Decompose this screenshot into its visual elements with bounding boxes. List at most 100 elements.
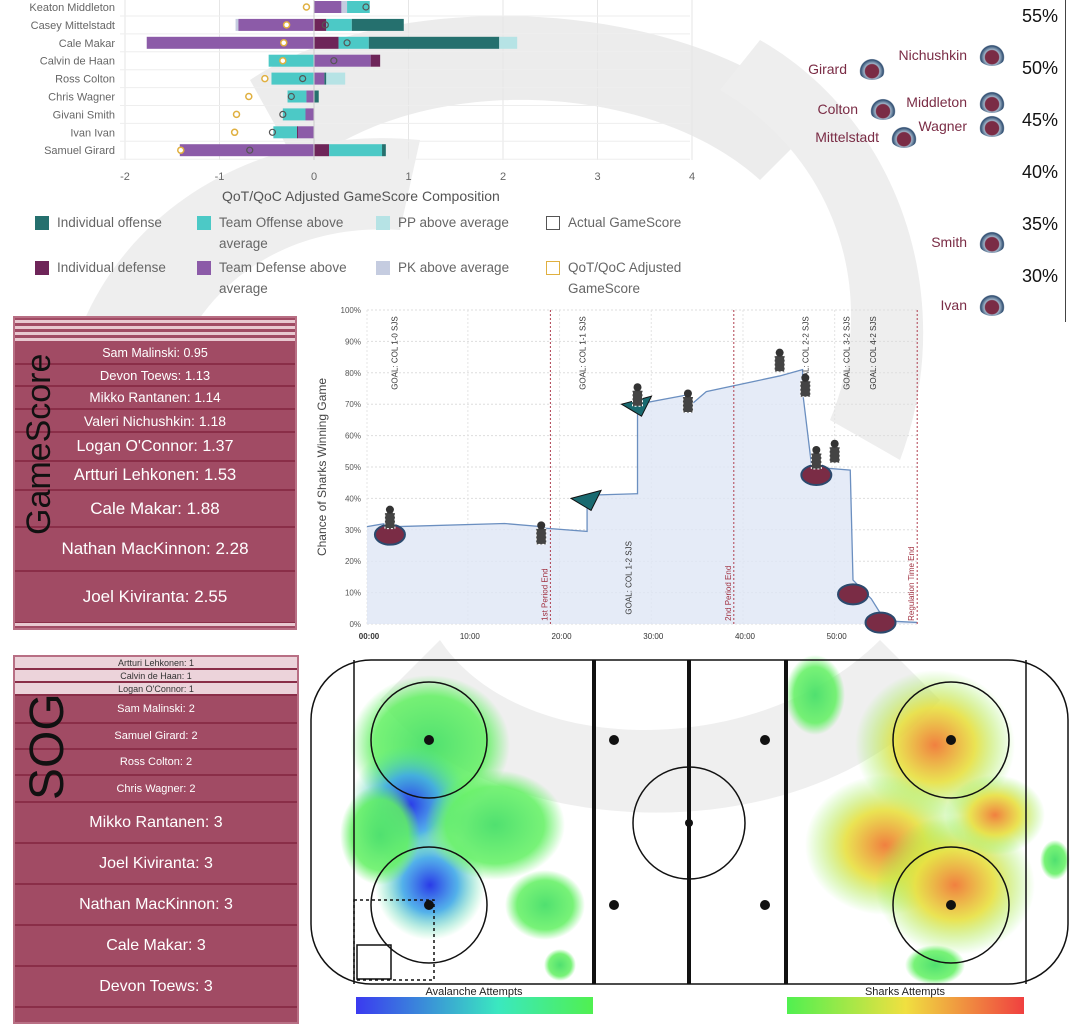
player-label: Chris Wagner (48, 92, 115, 104)
adjusted-gamescore-marker (261, 74, 269, 83)
adjusted-gamescore-marker (282, 21, 291, 29)
avalanche-colorbar (356, 997, 593, 1014)
rating-tick: 45% (1022, 110, 1059, 130)
goal-annotation: GOAL: COL 4-2 SJS (869, 316, 878, 390)
y-axis-label: Chance of Sharks Winning Game (315, 378, 329, 556)
rating-tick: 50% (1022, 58, 1059, 78)
rating-player-label: Colton (817, 100, 858, 117)
bar-segment-team_def (314, 1, 342, 13)
bar-segment-pk (341, 1, 348, 13)
legend-swatch (35, 261, 49, 275)
avalanche-logo-icon (890, 125, 918, 148)
rating-player-label: Nichushkin (898, 47, 967, 64)
legend-swatch (35, 216, 49, 230)
bar-segment-team_off (329, 144, 383, 157)
sog-title: SOG (21, 693, 74, 800)
bar-segment-team_def (297, 126, 314, 139)
period-end-label: 1st Period End (540, 568, 549, 620)
divider (15, 338, 295, 341)
legend-item: Team Offense above average (197, 212, 362, 254)
shot-heatmap-rink: Avalanche Attempts Sharks Attempts (310, 655, 1070, 1014)
period-end-label: Regulation Time End (907, 547, 916, 621)
player-label: Casey Mittelstadt (31, 20, 115, 32)
y-tick-label: 50% (345, 463, 361, 472)
legend-swatch (546, 216, 560, 230)
x-tick-label: 0 (311, 171, 317, 183)
x-tick-label: 20:00 (552, 632, 573, 641)
referee-head-icon (801, 373, 810, 382)
bar-segment-pk (235, 18, 239, 31)
referee-icon (682, 395, 694, 413)
x-tick-label: 30:00 (643, 632, 664, 641)
bar-segment-team_off (271, 72, 314, 85)
adjusted-gamescore-marker (230, 128, 239, 137)
y-tick-label: 0% (349, 620, 361, 629)
y-tick-label: 100% (341, 306, 361, 315)
bar-segment-team_off (347, 1, 370, 13)
sharks-colorbar (787, 997, 1024, 1014)
bar-segment-ind_off (324, 72, 327, 85)
sharks-heat (785, 655, 1070, 985)
referee-head-icon (633, 383, 642, 392)
x-tick-label: 2 (500, 171, 506, 183)
rating-tick: 30% (1022, 266, 1059, 286)
legend-item: Actual GameScore (546, 212, 696, 233)
referee-head-icon (830, 439, 839, 448)
legend-label: Actual GameScore (568, 215, 682, 230)
legend-label: PP above average (398, 215, 509, 230)
x-tick-label: 00:00 (359, 632, 380, 641)
rating-tick: 55% (1022, 6, 1059, 26)
bar-segment-team_off (338, 36, 369, 49)
bar-segment-team_def (305, 108, 314, 121)
bar-segment-pp (499, 36, 518, 49)
player-label: Calvin de Haan (40, 56, 115, 68)
bar-segment-team_def (306, 90, 314, 103)
y-tick-label: 90% (345, 337, 361, 346)
rating-player-label: Girard (808, 61, 847, 77)
bar-segment-team_off (268, 54, 314, 67)
bar-segment-ind_def (314, 18, 327, 31)
avalanche-logo-icon (978, 230, 1006, 253)
rating-axis-line (1065, 0, 1066, 322)
divider (15, 326, 295, 329)
bar-segment-ind_def (370, 54, 381, 67)
player-label: Samuel Girard (44, 145, 115, 157)
legend-label: Individual offense (57, 215, 162, 230)
bar-segment-team_off (326, 18, 352, 31)
rating-player-label: Mittelstadt (815, 128, 879, 145)
rating-player-label: Ivan (940, 297, 967, 314)
bar-segment-ind_off (351, 18, 404, 31)
list-item: Nathan MacKinnon: 3 (15, 885, 297, 926)
x-tick-label: 4 (689, 171, 695, 183)
x-tick-label: 40:00 (735, 632, 756, 641)
y-tick-label: 20% (345, 557, 361, 566)
y-tick-label: 40% (345, 494, 361, 503)
legend-item: Individual defense (35, 257, 185, 278)
player-label: Givani Smith (53, 109, 115, 121)
legend-label: Team Defense above average (219, 260, 347, 296)
list-item: Cale Makar: 3 (15, 926, 297, 967)
referee-head-icon (683, 389, 692, 398)
win-probability-chart: 0% 10% 20% 30% 40% 50% 60% 70% 80% 90% 100% 00:00 10… (315, 306, 918, 641)
referee-icon (632, 389, 644, 407)
avalanche-heat (340, 675, 585, 981)
avalanche-logo-icon (978, 294, 1006, 317)
referee-icon (799, 380, 811, 398)
avalanche-logo-icon (858, 58, 886, 80)
bar-segment-ind_off (382, 144, 386, 157)
legend-item: QoT/QoC Adjusted GameScore (546, 257, 696, 299)
adjusted-gamescore-marker (232, 110, 241, 119)
bar-segment-ind_off (368, 36, 500, 49)
legend-swatch (376, 261, 390, 275)
divider (15, 332, 295, 335)
y-tick-label: 70% (345, 400, 361, 409)
player-label: Ross Colton (55, 74, 115, 86)
legend-item: PK above average (376, 257, 541, 278)
player-label: Ivan Ivan (70, 127, 115, 139)
referee-head-icon (537, 521, 546, 530)
goal-annotation: GOAL: COL 1-2 SJS (624, 541, 633, 615)
referee-icon (384, 512, 396, 530)
legend-label: Team Offense above average (219, 215, 344, 251)
legend-swatch (197, 216, 211, 230)
list-item: Devon Toews: 3 (15, 967, 297, 1008)
